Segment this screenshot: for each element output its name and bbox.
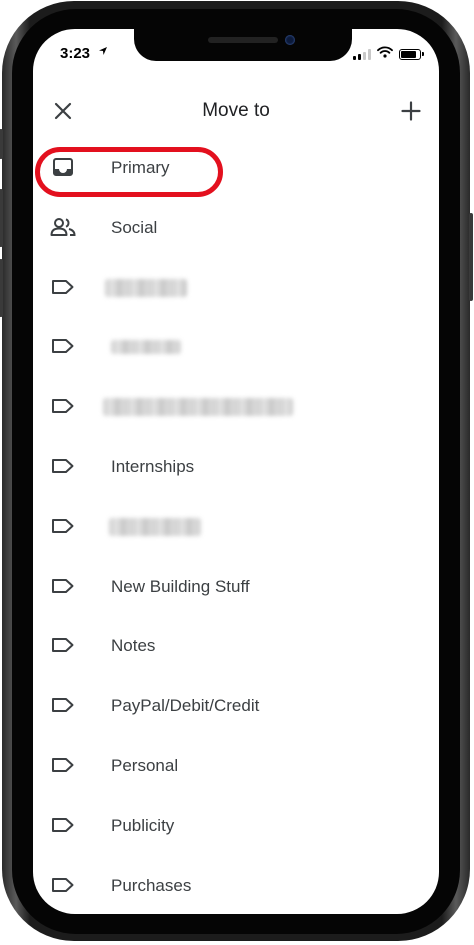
front-camera — [285, 35, 295, 45]
phone-volume-up — [0, 189, 3, 247]
list-item-paypal-debit-credit[interactable]: PayPal/Debit/Credit — [33, 675, 439, 735]
location-arrow-icon — [98, 46, 108, 59]
label-tag-icon — [49, 575, 77, 597]
list-item-personal[interactable]: Personal — [33, 735, 439, 795]
label-tag-icon — [49, 814, 77, 836]
redacted-label-text — [103, 398, 293, 417]
screen: 3:23 Move to Primary Social Internships … — [33, 29, 439, 914]
list-item-label: Notes — [111, 636, 156, 656]
status-icons — [353, 45, 424, 63]
label-tag-icon — [49, 455, 77, 477]
label-tag-icon — [49, 874, 77, 896]
phone-side-button — [0, 129, 3, 159]
battery-icon — [399, 48, 424, 60]
status-time: 3:23 — [60, 45, 91, 62]
label-tag-icon — [49, 335, 77, 357]
label-tag-icon — [49, 276, 77, 298]
list-item-label: New Building Stuff — [111, 576, 250, 596]
move-to-header: Move to — [33, 87, 439, 131]
people-icon — [49, 216, 77, 238]
list-item-redacted-label[interactable] — [33, 496, 439, 556]
label-tag-icon — [49, 634, 77, 656]
plus-icon — [401, 101, 421, 121]
list-item-label: Internships — [111, 456, 195, 476]
list-item-label: Personal — [111, 755, 179, 775]
list-item-label: Social — [111, 217, 158, 237]
phone-volume-down — [0, 259, 3, 317]
label-tag-icon — [49, 395, 77, 417]
list-item-new-building-stuff[interactable]: New Building Stuff — [33, 556, 439, 616]
list-item-purchases[interactable]: Purchases — [33, 855, 439, 914]
list-item-redacted-label[interactable] — [33, 316, 439, 376]
list-item-internships[interactable]: Internships — [33, 436, 439, 496]
add-label-button[interactable] — [397, 97, 425, 125]
label-tag-icon — [49, 515, 77, 537]
redacted-label-text — [111, 340, 181, 355]
list-item-label: Publicity — [111, 815, 175, 835]
redacted-label-text — [109, 517, 201, 536]
redacted-label-text — [105, 278, 187, 297]
list-item-label: PayPal/Debit/Credit — [111, 696, 260, 716]
cellular-signal-icon — [353, 48, 371, 60]
list-item-notes[interactable]: Notes — [33, 615, 439, 675]
list-item-publicity[interactable]: Publicity — [33, 795, 439, 855]
list-item-social[interactable]: Social — [33, 197, 439, 257]
list-item-redacted-label[interactable] — [33, 376, 439, 436]
highlight-annotation — [35, 147, 223, 197]
notch — [134, 29, 352, 61]
destination-list: Primary Social Internships New Building … — [33, 137, 439, 914]
phone-power-button — [469, 213, 473, 301]
label-tag-icon — [49, 754, 77, 776]
list-item-label: Purchases — [111, 875, 192, 895]
speaker-grille — [208, 37, 278, 43]
wifi-icon — [377, 45, 393, 63]
page-title: Move to — [202, 100, 270, 121]
label-tag-icon — [49, 694, 77, 716]
list-item-redacted-label[interactable] — [33, 257, 439, 317]
